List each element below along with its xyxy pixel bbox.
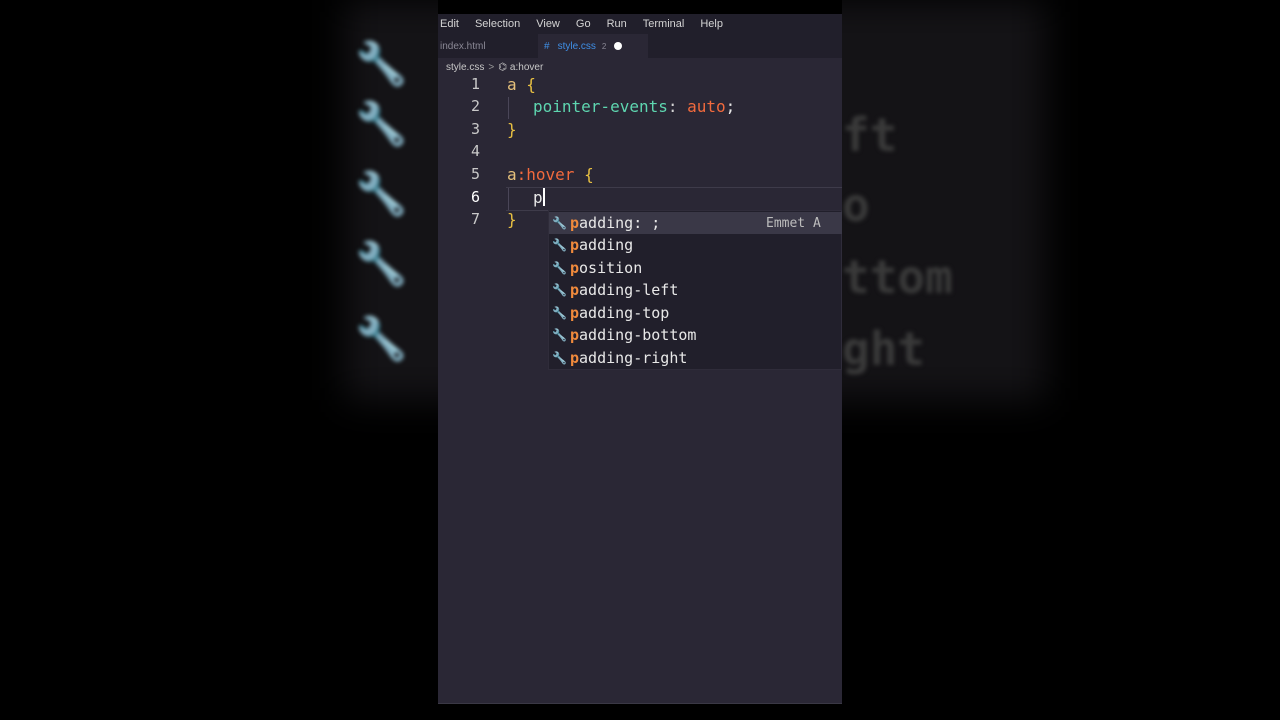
breadcrumb-file[interactable]: style.css <box>446 62 484 73</box>
tab-index-html[interactable]: index.html <box>438 34 538 58</box>
breadcrumb-separator: > <box>488 61 495 73</box>
menu-selection[interactable]: Selection <box>475 18 520 30</box>
line-number: 5 <box>470 165 480 183</box>
suggestion-item[interactable]: 🔧 p adding-left <box>549 279 842 301</box>
wrench-icon: 🔧 <box>355 315 408 362</box>
wrench-icon: 🔧 <box>355 240 408 287</box>
menu-terminal[interactable]: Terminal <box>643 18 685 30</box>
open-brace: { <box>584 165 594 184</box>
close-brace: } <box>507 120 517 139</box>
line-number: 2 <box>470 97 480 115</box>
css-pseudo-class: :hover <box>516 165 575 184</box>
background-text: ttom <box>842 250 953 304</box>
background-text: ght <box>842 322 926 376</box>
menu-help[interactable]: Help <box>700 18 723 30</box>
suggestion-label: adding: ; <box>579 214 661 232</box>
line-number: 1 <box>470 75 480 93</box>
code-text: pointer-events: auto; <box>533 97 735 116</box>
suggestion-match: p <box>570 304 580 322</box>
bottom-bar <box>438 704 842 720</box>
code-line: 2 pointer-events: auto; <box>438 97 842 119</box>
code-line: 1 a { <box>438 75 842 97</box>
wrench-icon: 🔧 <box>552 261 567 275</box>
semicolon: ; <box>725 97 736 116</box>
code-line: 6 p <box>438 188 842 210</box>
background-text: ft <box>842 108 898 162</box>
suggestion-item[interactable]: 🔧 p adding-top <box>549 302 842 324</box>
suggestion-label: adding-top <box>579 304 670 322</box>
tab-label: style.css <box>557 40 596 52</box>
menu-edit[interactable]: Edit <box>440 18 459 30</box>
suggestion-item[interactable]: 🔧 p adding <box>549 234 842 256</box>
unsaved-dot-icon[interactable] <box>614 42 623 50</box>
background-text: o <box>842 178 870 232</box>
css-property: pointer-events <box>533 97 668 116</box>
line-number: 7 <box>470 210 480 228</box>
top-bar <box>438 0 842 14</box>
open-brace: { <box>526 75 536 94</box>
css-value: auto <box>687 97 726 116</box>
wrench-icon: 🔧 <box>552 351 567 365</box>
suggestion-detail: Emmet A <box>766 215 821 231</box>
suggestion-item[interactable]: 🔧 p adding-right <box>549 347 842 369</box>
code-text: a:hover { <box>507 165 594 184</box>
suggestion-label: adding <box>579 236 634 254</box>
autocomplete-suggestions: 🔧 p adding: ; Emmet A 🔧 p adding 🔧 p ositio… <box>548 210 842 370</box>
text-cursor <box>542 188 545 206</box>
menu-view[interactable]: View <box>536 18 560 30</box>
wrench-icon: 🔧 <box>552 283 567 297</box>
menu-go[interactable]: Go <box>576 18 591 30</box>
code-line: 4 <box>438 142 842 164</box>
suggestion-item[interactable]: 🔧 p osition <box>549 257 842 279</box>
tab-style-css[interactable]: # style.css 2 <box>538 34 648 58</box>
suggestion-match: p <box>570 349 580 367</box>
suggestion-label: adding-right <box>579 349 688 367</box>
wrench-icon: 🔧 <box>552 238 567 252</box>
suggestion-match: p <box>570 281 580 299</box>
suggestion-match: p <box>570 259 580 277</box>
wrench-icon: 🔧 <box>552 306 567 320</box>
wrench-icon: 🔧 <box>355 100 408 147</box>
wrench-icon: 🔧 <box>552 216 567 230</box>
css-file-icon: # <box>544 40 550 52</box>
suggestion-item[interactable]: 🔧 p adding: ; Emmet A <box>549 212 842 234</box>
code-editor-window: Edit Selection View Go Run Terminal Help… <box>438 0 842 720</box>
problems-count: 2 <box>601 41 607 51</box>
suggestion-label: adding-left <box>579 281 679 299</box>
symbol-icon: ⌬ <box>498 61 507 73</box>
suggestion-match: p <box>570 214 580 232</box>
suggestion-item[interactable]: 🔧 p adding-bottom <box>549 324 842 346</box>
code-text: p <box>533 188 545 207</box>
menu-bar: Edit Selection View Go Run Terminal Help <box>438 14 842 34</box>
code-text: a { <box>507 75 536 94</box>
code-text: } <box>507 210 517 229</box>
code-line: 3 } <box>438 120 842 142</box>
status-strip <box>438 690 842 704</box>
line-number: 4 <box>470 142 480 160</box>
colon: : <box>667 97 678 116</box>
suggestion-label: adding-bottom <box>579 326 697 344</box>
line-number: 3 <box>470 120 480 138</box>
tab-bar: index.html # style.css 2 <box>438 34 842 58</box>
code-text: } <box>507 120 517 139</box>
tab-label: index.html <box>440 40 486 52</box>
code-line: 5 a:hover { <box>438 165 842 187</box>
typed-text: p <box>533 188 543 207</box>
suggestion-label: osition <box>579 259 643 277</box>
css-selector: a <box>507 75 517 94</box>
css-selector: a <box>507 165 517 184</box>
wrench-icon: 🔧 <box>552 328 567 342</box>
suggestion-match: p <box>570 236 580 254</box>
line-number: 6 <box>470 188 480 206</box>
suggestion-match: p <box>570 326 580 344</box>
wrench-icon: 🔧 <box>355 40 408 87</box>
close-brace: } <box>507 210 517 229</box>
wrench-icon: 🔧 <box>355 170 408 217</box>
breadcrumb: style.css > ⌬ a:hover <box>446 60 543 74</box>
breadcrumb-symbol[interactable]: a:hover <box>510 62 543 73</box>
menu-run[interactable]: Run <box>607 18 627 30</box>
